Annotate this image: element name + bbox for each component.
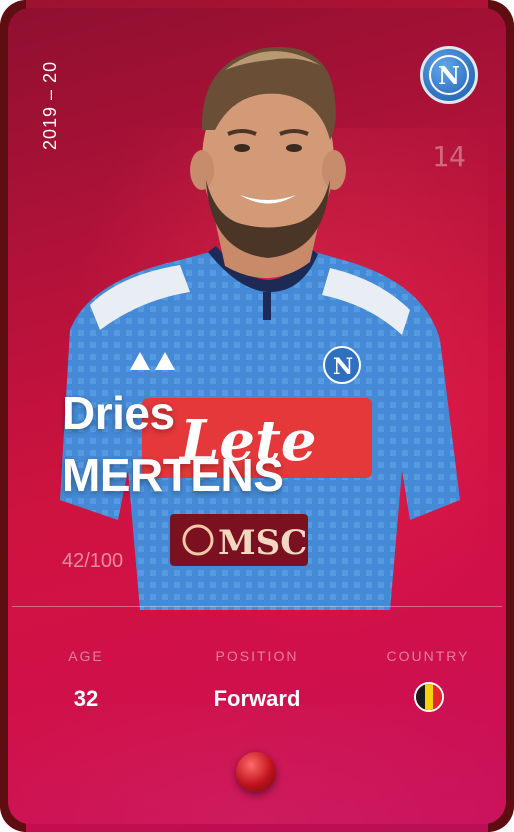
svg-text:N: N bbox=[333, 354, 353, 380]
rarity-ball-icon bbox=[236, 752, 276, 792]
position-value: Forward bbox=[213, 686, 301, 711]
age-label: AGE bbox=[68, 648, 104, 664]
stats-divider bbox=[12, 606, 502, 607]
card-serial-number: 42/100 bbox=[62, 550, 124, 572]
player-last-name: MERTENS bbox=[62, 449, 284, 501]
player-card[interactable]: 2019 – 20 N 14 Lete MSC N Dries MERTENS … bbox=[0, 0, 514, 832]
sponsor-secondary-text: MSC bbox=[218, 523, 307, 563]
country-label: COUNTRY bbox=[386, 648, 470, 664]
age-value: 32 bbox=[73, 686, 99, 711]
position-label: POSITION bbox=[215, 648, 299, 664]
player-first-name: Dries bbox=[62, 387, 175, 439]
belgium-flag-icon bbox=[414, 682, 444, 712]
player-photo: Lete MSC N bbox=[60, 47, 460, 610]
